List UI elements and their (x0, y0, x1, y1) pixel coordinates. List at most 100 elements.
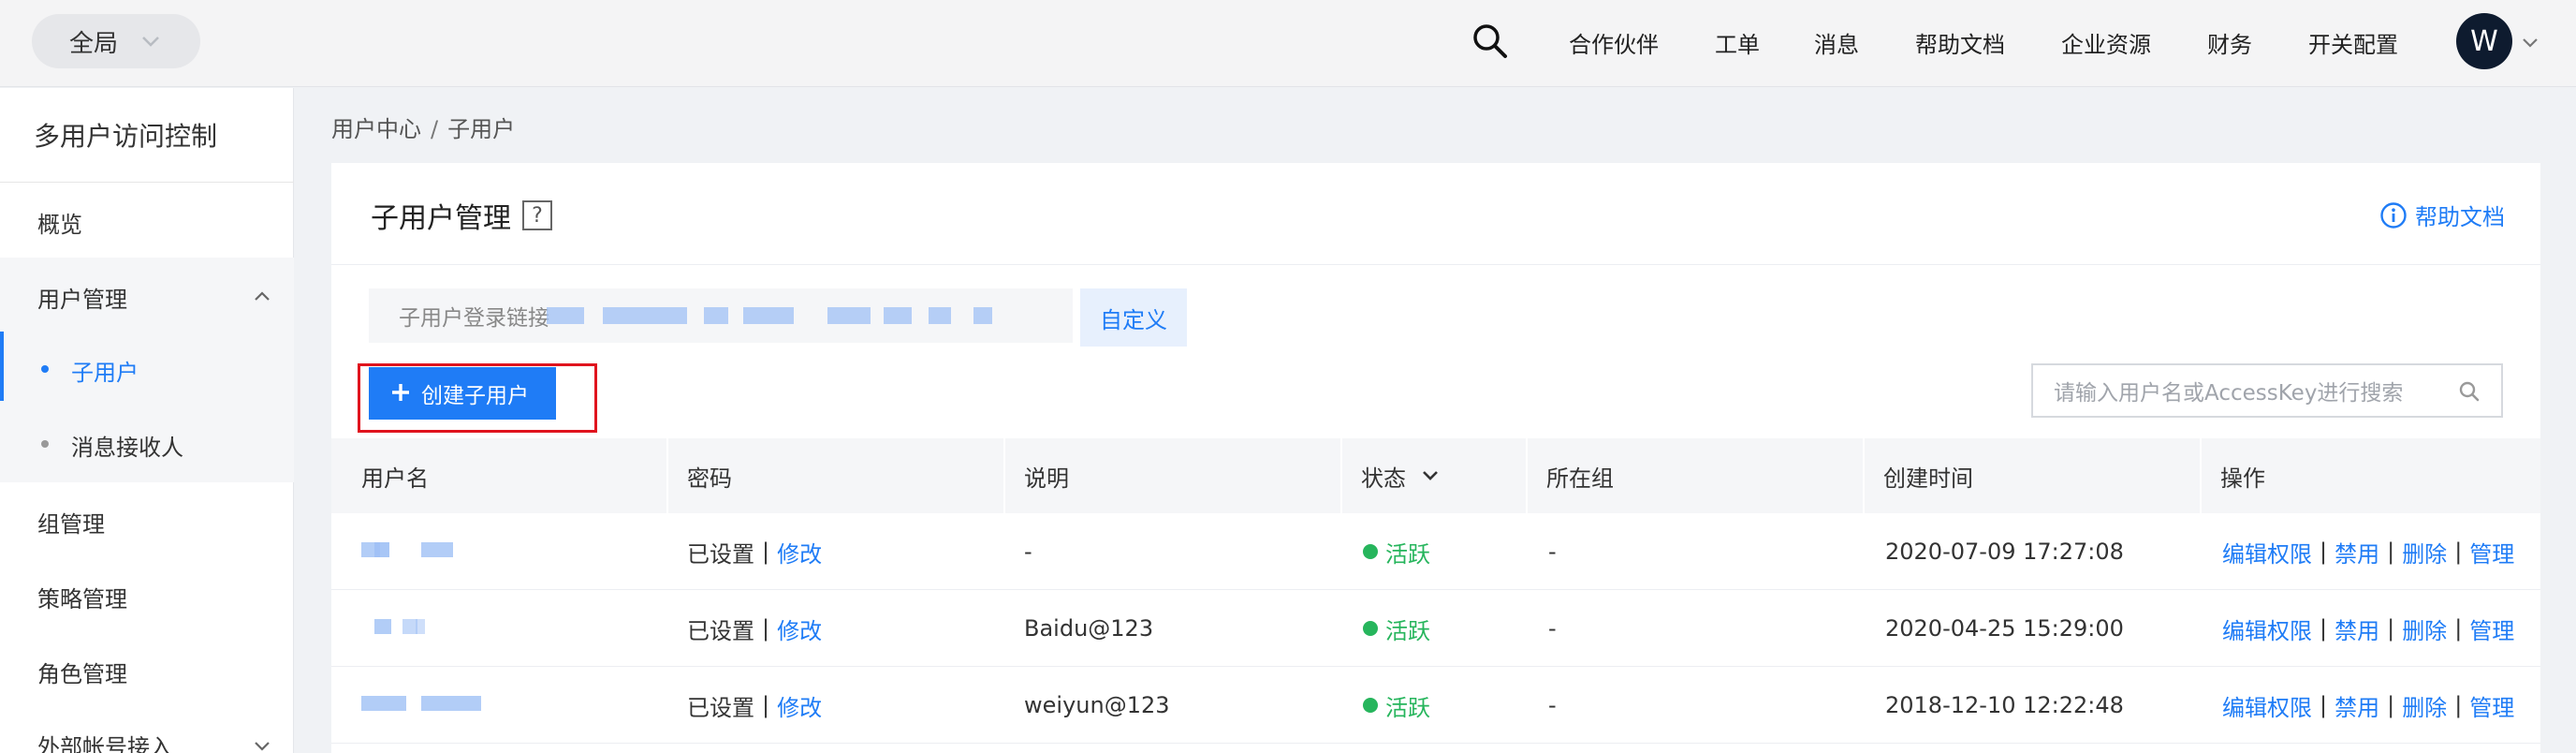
sidebar-item-user-mgmt[interactable]: 用户管理 (37, 281, 127, 314)
username-cell[interactable] (361, 590, 474, 667)
username-cell[interactable] (361, 667, 492, 744)
customize-button[interactable]: 自定义 (1080, 288, 1187, 347)
password-cell: 已设置 | 修改 (687, 590, 822, 667)
delete-link[interactable]: 删除 (2402, 536, 2447, 568)
nav-partner[interactable]: 合作伙伴 (1569, 26, 1659, 59)
th-created: 创建时间 (1883, 465, 1973, 492)
chevron-down-icon[interactable] (2520, 32, 2540, 52)
chevron-up-icon[interactable] (251, 285, 273, 307)
breadcrumb-sep: / (431, 116, 439, 142)
separator: | (2320, 539, 2328, 565)
nav-help-docs[interactable]: 帮助文档 (1915, 26, 2005, 59)
help-docs-link[interactable]: 帮助文档 (2379, 199, 2505, 231)
col-separator (2200, 438, 2202, 513)
edit-permission-link[interactable]: 编辑权限 (2222, 536, 2312, 568)
username-value (361, 619, 474, 638)
th-actions: 操作 (2220, 465, 2265, 492)
search-input[interactable]: 请输入用户名或AccessKey进行搜索 (2031, 363, 2503, 418)
created-cell: 2018-12-10 12:22:48 (1885, 692, 2124, 718)
breadcrumb-root[interactable]: 用户中心 (331, 116, 421, 142)
separator: | (2320, 692, 2328, 718)
disable-link[interactable]: 禁用 (2334, 689, 2379, 722)
create-sub-user-button[interactable]: 创建子用户 (369, 367, 556, 420)
edit-permission-link[interactable]: 编辑权限 (2222, 689, 2312, 722)
delete-link[interactable]: 删除 (2402, 689, 2447, 722)
nav-switch-config[interactable]: 开关配置 (2308, 26, 2398, 59)
avatar-initial: W (2470, 24, 2498, 58)
group-cell: - (1548, 539, 1557, 565)
edit-password-link[interactable]: 修改 (777, 536, 822, 568)
sidebar-item-external[interactable]: 外部帐号接入 (37, 729, 172, 753)
status-cell: 活跃 (1363, 513, 1430, 590)
password-status: 已设置 (687, 540, 754, 568)
disable-link[interactable]: 禁用 (2334, 536, 2379, 568)
main-panel: 子用户管理 ? 帮助文档 子用户登录链接 自定义 创建子用户 请输入用户名或Ac… (331, 163, 2540, 753)
manage-link[interactable]: 管理 (2469, 689, 2514, 722)
separator: | (762, 539, 770, 565)
edit-password-link[interactable]: 修改 (777, 613, 822, 645)
help-icon-glyph: ? (532, 203, 543, 228)
breadcrumb-current: 子用户 (447, 116, 516, 142)
sidebar-item-msg-receiver[interactable]: 消息接收人 (71, 429, 183, 462)
status-badge: 活跃 (1385, 694, 1430, 721)
col-separator (1340, 438, 1342, 513)
status-badge: 活跃 (1385, 617, 1430, 644)
col-separator (1526, 438, 1528, 513)
top-bar: 全局 合作伙伴 工单 消息 帮助文档 企业资源 财务 开关配置 W (0, 0, 2576, 87)
sidebar-item-group-mgmt[interactable]: 组管理 (37, 506, 105, 539)
status-dot (1363, 698, 1378, 713)
delete-link[interactable]: 删除 (2402, 613, 2447, 645)
table-row: 已设置 | 修改 Baidu@123 活跃 - 2020-04-25 15:29:0… (331, 590, 2540, 667)
table-row: 已设置 | 修改 weiyun@123 活跃 - 2018-12-10 12:22:… (331, 667, 2540, 744)
scope-selector[interactable]: 全局 (32, 14, 200, 68)
username-value (361, 696, 492, 715)
info-icon (2379, 201, 2408, 229)
username-cell[interactable] (361, 513, 474, 590)
create-sub-user-label: 创建子用户 (421, 384, 529, 408)
table-row: 已设置 | 修改 - 活跃 - 2020-07-09 17:27:08 编辑权限 | 禁… (331, 513, 2540, 590)
disable-link[interactable]: 禁用 (2334, 613, 2379, 645)
password-status: 已设置 (687, 617, 754, 644)
status-badge: 活跃 (1385, 540, 1430, 568)
th-status-label: 状态 (1361, 465, 1406, 492)
page-title: 子用户管理 ? (371, 195, 552, 236)
avatar[interactable]: W (2456, 13, 2512, 69)
manage-link[interactable]: 管理 (2469, 613, 2514, 645)
chevron-down-icon (1419, 465, 1442, 487)
password-cell: 已设置 | 修改 (687, 667, 822, 744)
scope-label: 全局 (69, 29, 119, 58)
separator: | (2387, 615, 2395, 642)
edit-permission-link[interactable]: 编辑权限 (2222, 613, 2312, 645)
separator: | (762, 615, 770, 642)
login-link-value (547, 307, 1015, 324)
nav-finance[interactable]: 财务 (2207, 26, 2252, 59)
nav-message[interactable]: 消息 (1814, 26, 1859, 59)
separator: | (762, 692, 770, 718)
separator: | (2387, 692, 2395, 718)
sidebar-item-policy-mgmt[interactable]: 策略管理 (37, 581, 127, 613)
description-cell: Baidu@123 (1024, 615, 1154, 642)
chevron-down-icon[interactable] (251, 734, 273, 753)
table-header: 用户名 密码 说明 状态 所在组 创建时间 操作 (331, 438, 2540, 513)
actions-cell: 编辑权限 | 禁用 | 删除 | 管理 (2222, 590, 2514, 667)
sidebar-item-sub-user[interactable]: 子用户 (71, 354, 139, 387)
login-link-label: 子用户登录链接 (399, 306, 549, 331)
magnifier-icon[interactable] (2458, 380, 2481, 403)
th-status[interactable]: 状态 (1361, 438, 1442, 513)
login-link-box: 子用户登录链接 (369, 288, 1073, 343)
manage-link[interactable]: 管理 (2469, 536, 2514, 568)
plus-icon (389, 378, 412, 408)
breadcrumb: 用户中心 / 子用户 (331, 111, 515, 143)
nav-ticket[interactable]: 工单 (1715, 26, 1760, 59)
search-icon[interactable] (1470, 21, 1511, 62)
status-cell: 活跃 (1363, 590, 1430, 667)
help-icon[interactable]: ? (522, 200, 552, 230)
search-placeholder: 请输入用户名或AccessKey进行搜索 (2054, 381, 2404, 406)
sidebar-item-role-mgmt[interactable]: 角色管理 (37, 656, 127, 688)
description-cell: - (1024, 539, 1032, 565)
sidebar-item-overview[interactable]: 概览 (37, 206, 82, 239)
nav-enterprise[interactable]: 企业资源 (2061, 26, 2151, 59)
separator: | (2320, 615, 2328, 642)
active-indicator (0, 332, 4, 401)
edit-password-link[interactable]: 修改 (777, 689, 822, 722)
